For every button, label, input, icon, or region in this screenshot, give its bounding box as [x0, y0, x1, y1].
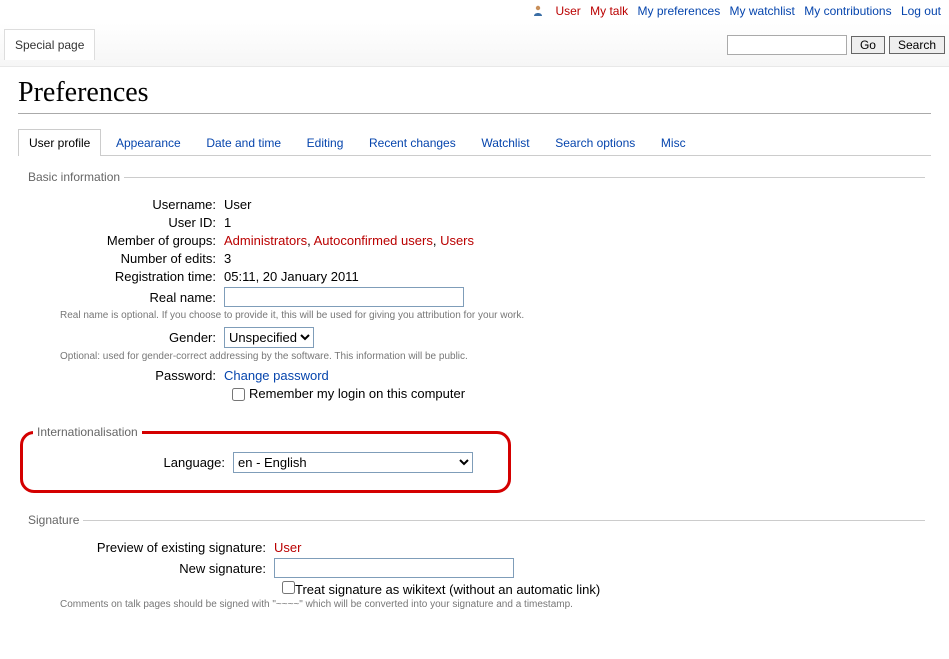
basic-info-legend: Basic information [24, 170, 124, 184]
search-button[interactable]: Search [889, 36, 945, 54]
sig-new-input[interactable] [274, 558, 514, 578]
gender-hint: Optional: used for gender-correct addres… [60, 351, 925, 362]
realname-label: Real name: [24, 290, 224, 305]
go-button[interactable]: Go [851, 36, 885, 54]
mywatchlist-link[interactable]: My watchlist [730, 4, 795, 18]
username-value: User [224, 197, 251, 212]
tab-date-time[interactable]: Date and time [195, 129, 292, 156]
signature-fieldset: Signature Preview of existing signature:… [24, 513, 925, 620]
sig-wikitext-label: Treat signature as wikitext (without an … [295, 582, 600, 597]
gender-select[interactable]: Unspecified [224, 327, 314, 348]
tab-appearance[interactable]: Appearance [105, 129, 192, 156]
groups-label: Member of groups: [24, 233, 224, 248]
userid-label: User ID: [24, 215, 224, 230]
userid-value: 1 [224, 215, 231, 230]
gender-label: Gender: [24, 330, 224, 345]
group-autoconfirmed[interactable]: Autoconfirmed users [314, 233, 433, 248]
realname-input[interactable] [224, 287, 464, 307]
remember-label: Remember my login on this computer [249, 386, 465, 401]
edits-value: 3 [224, 251, 231, 266]
sig-hint: Comments on talk pages should be signed … [60, 599, 925, 610]
personal-tools: User My talk My preferences My watchlist… [0, 0, 949, 19]
userpage-link[interactable]: User [555, 4, 580, 18]
mytalk-link[interactable]: My talk [590, 4, 628, 18]
remember-checkbox[interactable] [232, 388, 245, 401]
internationalisation-legend: Internationalisation [33, 425, 142, 439]
user-icon [532, 4, 544, 19]
sig-new-label: New signature: [24, 561, 274, 576]
password-label: Password: [24, 368, 224, 383]
signature-legend: Signature [24, 513, 83, 527]
groups-value: Administrators, Autoconfirmed users, Use… [224, 233, 474, 248]
tab-watchlist[interactable]: Watchlist [470, 129, 540, 156]
language-label: Language: [33, 455, 233, 470]
mycontributions-link[interactable]: My contributions [804, 4, 891, 18]
tab-search-options[interactable]: Search options [544, 129, 646, 156]
change-password-link[interactable]: Change password [224, 368, 329, 383]
tab-recent-changes[interactable]: Recent changes [358, 129, 467, 156]
search-input[interactable] [727, 35, 847, 55]
username-label: Username: [24, 197, 224, 212]
header-bar: Special page Go Search [0, 23, 949, 67]
logout-link[interactable]: Log out [901, 4, 941, 18]
sig-wikitext-checkbox[interactable] [282, 581, 295, 594]
registration-label: Registration time: [24, 269, 224, 284]
sig-preview-value[interactable]: User [274, 540, 301, 555]
realname-hint: Real name is optional. If you choose to … [60, 310, 925, 321]
group-users[interactable]: Users [440, 233, 474, 248]
sig-preview-label: Preview of existing signature: [24, 540, 274, 555]
tab-user-profile[interactable]: User profile [18, 129, 101, 156]
tab-misc[interactable]: Misc [650, 129, 697, 156]
page-title: Preferences [18, 77, 931, 114]
edits-label: Number of edits: [24, 251, 224, 266]
special-page-tab: Special page [4, 29, 95, 60]
internationalisation-fieldset: Internationalisation Language:en - Engli… [20, 425, 511, 493]
mypreferences-link[interactable]: My preferences [638, 4, 721, 18]
prefs-tabs: User profile Appearance Date and time Ed… [18, 128, 931, 156]
registration-value: 05:11, 20 January 2011 [224, 269, 359, 284]
language-select[interactable]: en - English [233, 452, 473, 473]
group-administrators[interactable]: Administrators [224, 233, 307, 248]
basic-info-fieldset: Basic information Username:User User ID:… [24, 170, 925, 405]
content: Preferences User profile Appearance Date… [0, 67, 949, 650]
tab-editing[interactable]: Editing [296, 129, 355, 156]
